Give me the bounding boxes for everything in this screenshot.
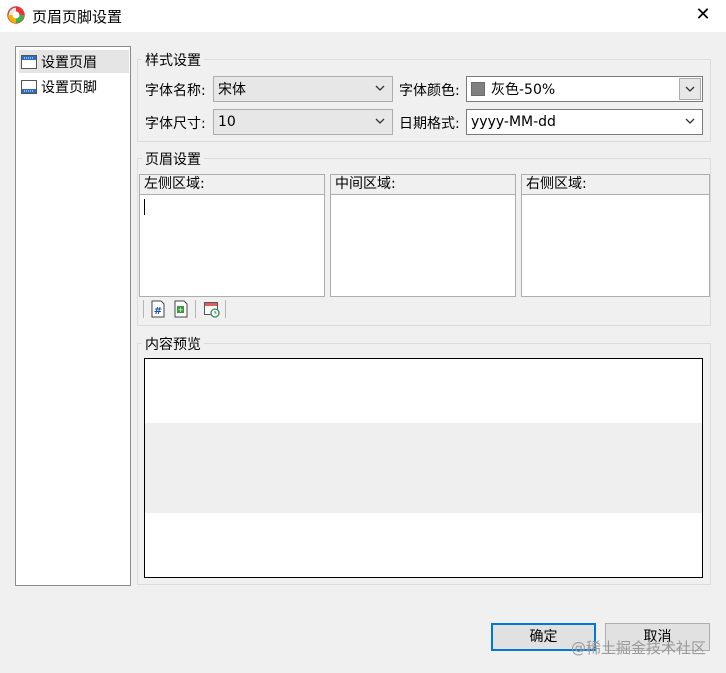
svg-text:+: + — [178, 306, 184, 314]
content-preview-area — [144, 358, 703, 578]
font-name-value: 宋体 — [218, 82, 246, 98]
text-caret — [144, 199, 145, 215]
font-size-label: 字体尺寸: — [145, 116, 206, 132]
header-settings-legend: 页眉设置 — [142, 149, 204, 169]
toolbar-separator — [195, 300, 196, 318]
chevron-down-icon — [375, 85, 385, 91]
preview-legend: 内容预览 — [142, 334, 204, 354]
right-region-editor[interactable]: 右侧区域: — [521, 174, 710, 297]
page-count-icon[interactable]: + — [172, 300, 190, 318]
footer-icon — [21, 79, 37, 94]
font-color-value: 灰色-50% — [491, 82, 556, 98]
close-icon: ✕ — [695, 4, 711, 25]
center-region-label: 中间区域: — [331, 175, 515, 195]
nav-item-header-label: 设置页眉 — [41, 54, 97, 71]
svg-text:#: # — [154, 306, 162, 317]
date-format-label: 日期格式: — [399, 116, 460, 132]
font-size-value: 10 — [218, 114, 236, 130]
style-settings-legend: 样式设置 — [142, 50, 204, 70]
right-region-label: 右侧区域: — [522, 175, 709, 195]
font-size-select[interactable]: 10 — [213, 109, 393, 135]
window-title: 页眉页脚设置 — [32, 8, 123, 26]
left-region-label: 左侧区域: — [140, 175, 324, 195]
nav-item-footer[interactable]: 设置页脚 — [19, 75, 129, 98]
chevron-down-icon — [375, 118, 385, 124]
settings-nav-list: 设置页眉 设置页脚 — [15, 46, 131, 586]
center-region-editor[interactable]: 中间区域: — [330, 174, 516, 297]
toolbar-separator — [143, 300, 144, 318]
font-color-dropdown-button[interactable] — [679, 78, 701, 100]
preview-header-band — [145, 423, 702, 513]
font-name-select[interactable]: 宋体 — [213, 76, 393, 102]
date-format-value: yyyy-MM-dd — [471, 114, 556, 130]
toolbar-separator — [225, 300, 226, 318]
color-swatch — [471, 82, 485, 96]
header-icon — [21, 54, 37, 69]
font-color-select[interactable]: 灰色-50% — [466, 76, 703, 102]
date-format-input[interactable]: yyyy-MM-dd — [466, 109, 703, 135]
chevron-down-icon — [685, 118, 695, 124]
font-color-label: 字体颜色: — [399, 83, 460, 99]
chevron-down-icon — [685, 86, 695, 92]
left-region-editor[interactable]: 左侧区域: — [139, 174, 325, 297]
close-button[interactable]: ✕ — [680, 0, 726, 32]
nav-item-header[interactable]: 设置页眉 — [19, 50, 129, 73]
date-time-icon[interactable] — [203, 300, 221, 318]
font-name-label: 字体名称: — [145, 83, 206, 99]
nav-item-footer-label: 设置页脚 — [41, 79, 97, 96]
page-number-icon[interactable]: # — [149, 300, 167, 318]
app-icon — [7, 6, 25, 24]
watermark: @稀土掘金技术社区 — [571, 639, 707, 657]
